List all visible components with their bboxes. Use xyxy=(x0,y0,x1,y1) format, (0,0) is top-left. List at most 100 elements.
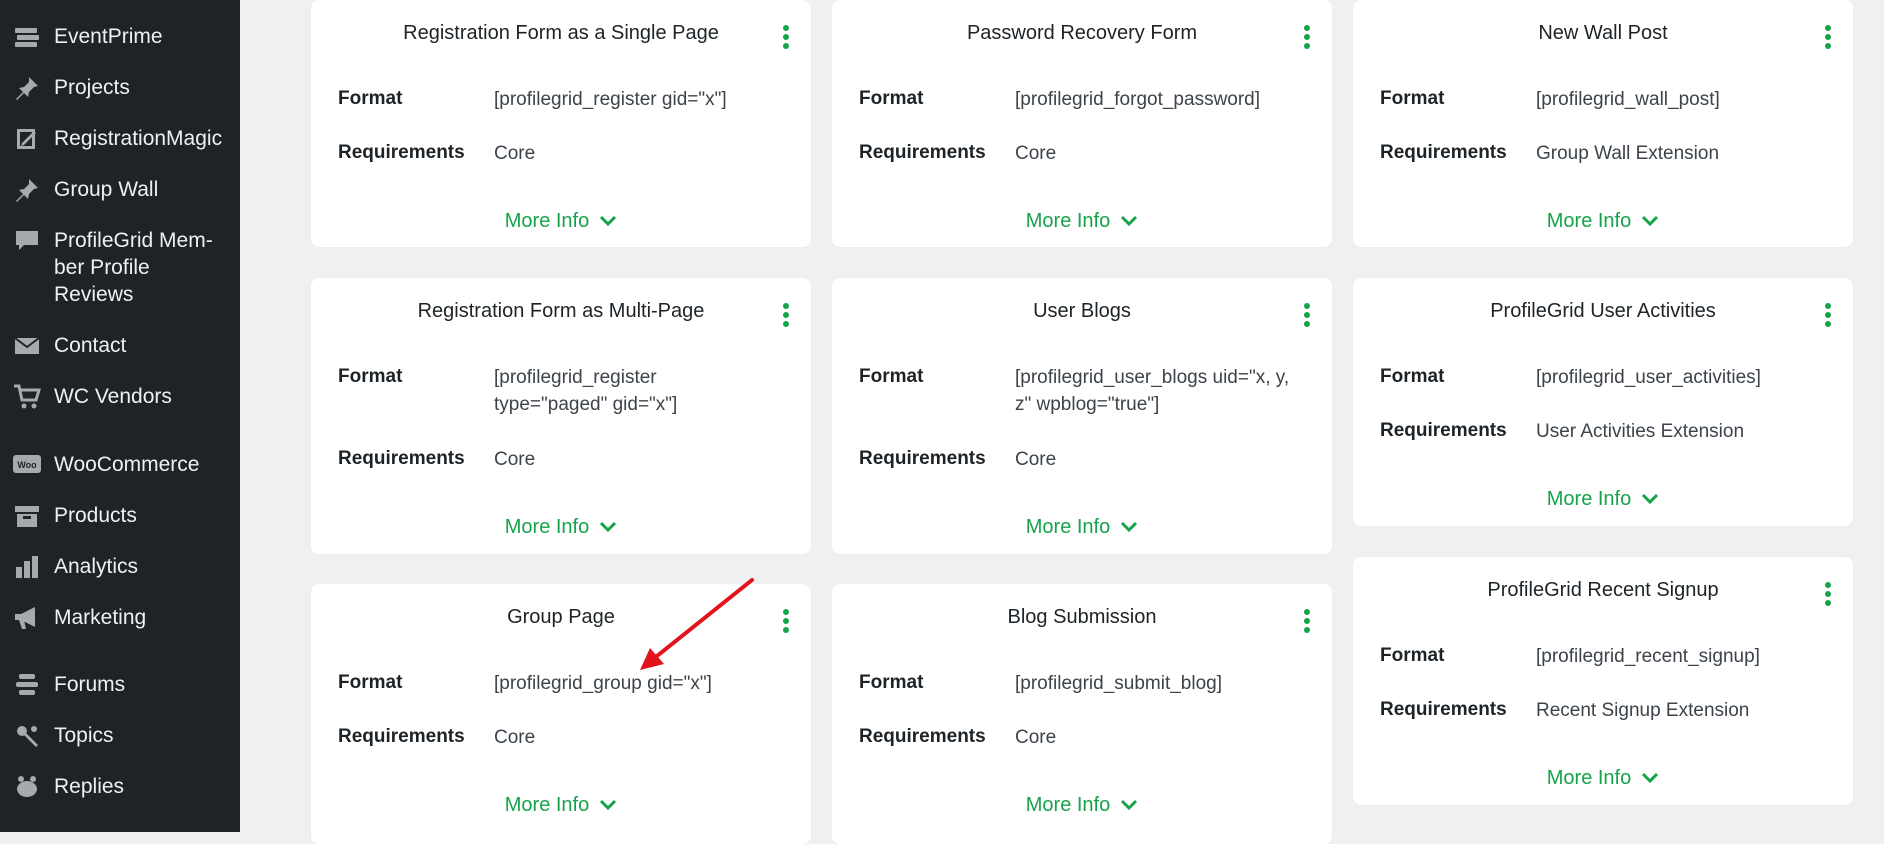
archive-icon xyxy=(12,503,42,529)
more-info-link[interactable]: More Info xyxy=(832,516,1332,539)
sidebar-item-label: Topics xyxy=(54,724,114,747)
chevron-down-icon xyxy=(1120,794,1138,817)
form-icon xyxy=(12,126,42,152)
requirements-value: Recent Signup Extension xyxy=(1536,700,1750,721)
more-info-link[interactable]: More Info xyxy=(1353,210,1853,233)
sidebar-item-label: Group Wall xyxy=(54,178,159,201)
requirements-label: Requirements xyxy=(338,448,465,469)
pin-icon xyxy=(12,177,42,203)
requirements-value: Core xyxy=(1015,449,1057,470)
more-info-link[interactable]: More Info xyxy=(311,516,811,539)
format-label: Format xyxy=(338,672,403,693)
card-title: New Wall Post xyxy=(1538,22,1668,44)
more-info-label: More Info xyxy=(1025,210,1111,232)
format-value: [profilegrid_register gid="x"] xyxy=(494,89,727,110)
shortcode-card: Registration Form as a Single Page Forma… xyxy=(311,0,811,247)
format-value: [profilegrid_user_activities] xyxy=(1536,367,1761,388)
more-options-icon[interactable] xyxy=(779,300,793,328)
card-title: ProfileGrid Recent Signup xyxy=(1487,579,1719,601)
format-label: Format xyxy=(859,366,924,387)
woo-icon: Woo xyxy=(12,452,42,478)
format-label: Format xyxy=(338,366,403,387)
megaphone-icon xyxy=(12,605,42,631)
requirements-value: Group Wall Extension xyxy=(1536,143,1720,164)
format-value: [profilegrid_user_blogs uid="x, y, z" wp… xyxy=(1015,367,1290,415)
sidebar-item-label: Replies xyxy=(54,775,125,798)
shortcode-card: New Wall Post Format [profilegrid_wall_p… xyxy=(1353,0,1853,247)
more-info-link[interactable]: More Info xyxy=(832,794,1332,817)
requirements-value: Core xyxy=(494,449,536,470)
topics-icon xyxy=(12,723,42,749)
forums-icon xyxy=(12,672,42,698)
format-label: Format xyxy=(1380,366,1445,387)
more-options-icon[interactable] xyxy=(1300,606,1314,634)
chevron-down-icon xyxy=(1641,488,1659,511)
more-info-label: More Info xyxy=(1546,488,1632,510)
shortcode-card: Registration Form as Multi-Page Format [… xyxy=(311,278,811,554)
sidebar-item-label: Forums xyxy=(54,673,126,696)
more-options-icon[interactable] xyxy=(779,606,793,634)
requirements-value: Core xyxy=(494,143,536,164)
sidebar-item-label: EventPrime xyxy=(54,25,163,48)
more-info-label: More Info xyxy=(1546,767,1632,789)
requirements-label: Requirements xyxy=(1380,420,1507,441)
more-info-label: More Info xyxy=(1546,210,1632,232)
format-value: [profilegrid_wall_post] xyxy=(1536,89,1720,110)
format-value: [profilegrid_group gid="x"] xyxy=(494,673,712,694)
more-options-icon[interactable] xyxy=(1300,300,1314,328)
format-value: [profilegrid_submit_blog] xyxy=(1015,673,1223,694)
requirements-label: Requirements xyxy=(338,726,465,747)
bar-chart-icon xyxy=(12,554,42,580)
more-options-icon[interactable] xyxy=(779,22,793,50)
card-title: Password Recovery Form xyxy=(966,22,1198,44)
requirements-value: Core xyxy=(494,727,536,748)
more-info-label: More Info xyxy=(504,794,590,816)
format-label: Format xyxy=(1380,645,1445,666)
svg-text:Woo: Woo xyxy=(17,460,37,470)
more-info-label: More Info xyxy=(1025,794,1111,816)
requirements-value: Core xyxy=(1015,143,1057,164)
sidebar-item-label: RegistrationMagic xyxy=(54,127,223,150)
requirements-label: Requirements xyxy=(1380,142,1507,163)
shortcode-card: ProfileGrid User Activities Format [prof… xyxy=(1353,278,1853,526)
card-title: Registration Form as a Single Page xyxy=(403,22,719,44)
requirements-label: Requirements xyxy=(1380,699,1507,720)
chevron-down-icon xyxy=(1641,210,1659,233)
card-title: Blog Submission xyxy=(1007,606,1157,628)
shortcode-card: Blog Submission Format [profilegrid_subm… xyxy=(832,584,1332,844)
chevron-down-icon xyxy=(1120,210,1138,233)
sidebar-item-label: Analytics xyxy=(54,555,139,578)
requirements-label: Requirements xyxy=(338,142,465,163)
format-value: [profilegrid_recent_signup] xyxy=(1536,646,1760,667)
more-info-link[interactable]: More Info xyxy=(1353,767,1853,790)
calendar-stack-icon xyxy=(12,24,42,50)
sidebar-item-label: ProfileGrid Mem-ber Profile Reviews xyxy=(54,229,213,306)
more-info-link[interactable]: More Info xyxy=(1353,488,1853,511)
more-options-icon[interactable] xyxy=(1821,300,1835,328)
sidebar-item-label: Projects xyxy=(54,76,130,99)
sidebar-item-label: Products xyxy=(54,504,137,527)
shortcode-card: Group Page Format [profilegrid_group gid… xyxy=(311,584,811,844)
sidebar-item-label: Contact xyxy=(54,334,127,357)
sidebar-item-label: WooCommerce xyxy=(54,453,200,476)
sidebar-item-label: WC Vendors xyxy=(54,385,172,408)
more-options-icon[interactable] xyxy=(1821,22,1835,50)
chevron-down-icon xyxy=(599,516,617,539)
more-options-icon[interactable] xyxy=(1300,22,1314,50)
format-label: Format xyxy=(859,672,924,693)
shortcode-card: Password Recovery Form Format [profilegr… xyxy=(832,0,1332,247)
more-info-link[interactable]: More Info xyxy=(832,210,1332,233)
requirements-label: Requirements xyxy=(859,448,986,469)
format-label: Format xyxy=(1380,88,1445,109)
shortcode-card: ProfileGrid Recent Signup Format [profil… xyxy=(1353,557,1853,805)
more-options-icon[interactable] xyxy=(1821,579,1835,607)
comment-icon xyxy=(12,228,42,254)
format-label: Format xyxy=(859,88,924,109)
requirements-value: User Activities Extension xyxy=(1536,421,1745,442)
sidebar-item-label: Marketing xyxy=(54,606,147,629)
requirements-label: Requirements xyxy=(859,142,986,163)
format-value: [profilegrid_forgot_password] xyxy=(1015,89,1261,110)
more-info-link[interactable]: More Info xyxy=(311,794,811,817)
card-title: User Blogs xyxy=(1033,300,1131,322)
more-info-link[interactable]: More Info xyxy=(311,210,811,233)
